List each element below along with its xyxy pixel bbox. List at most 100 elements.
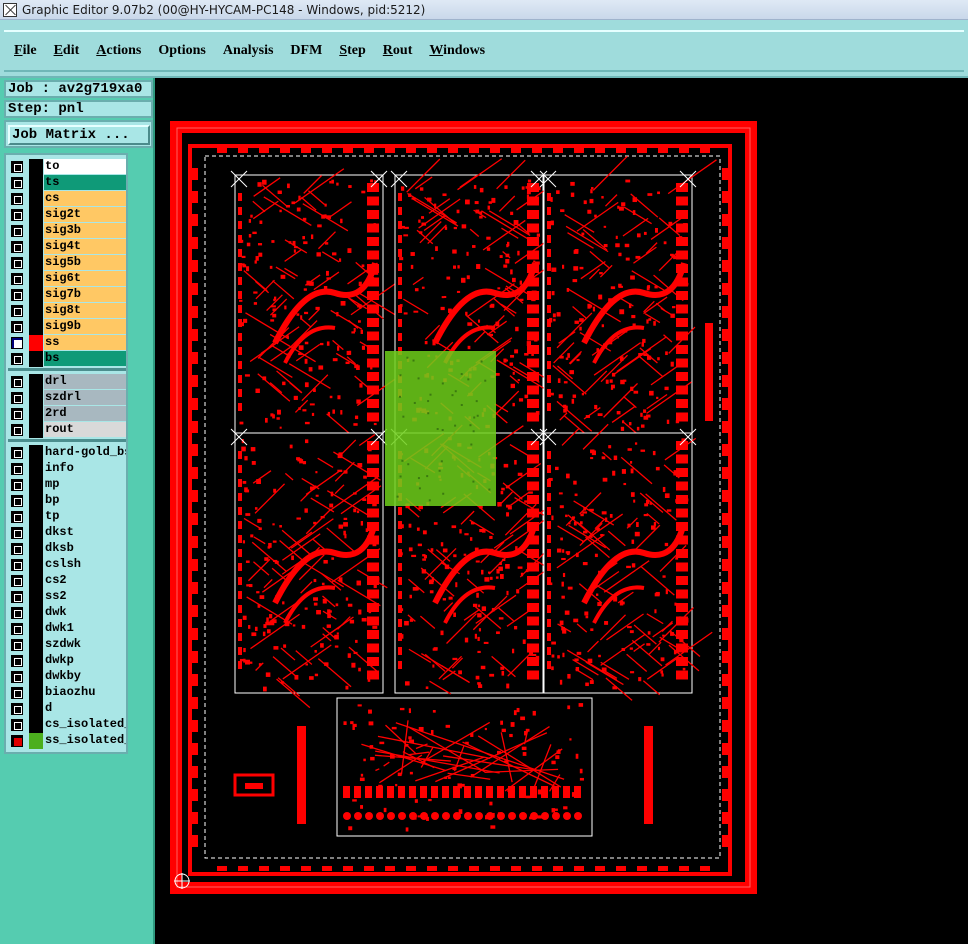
layer-row-dwk1[interactable]: dwk1: [8, 621, 126, 637]
layer-checkbox[interactable]: [11, 719, 23, 731]
layer-row-cslsh[interactable]: cslsh: [8, 557, 126, 573]
layer-checkbox[interactable]: [11, 463, 23, 475]
menu-windows[interactable]: Windows: [429, 43, 485, 59]
layer-row-sig3b[interactable]: sig3b: [8, 223, 126, 239]
layer-checkbox[interactable]: [11, 408, 23, 420]
layer-name[interactable]: sig9b: [44, 319, 126, 334]
layer-color-swatch[interactable]: [29, 319, 43, 335]
layer-color-swatch[interactable]: [29, 605, 43, 621]
layer-checkbox[interactable]: [11, 591, 23, 603]
layer-name[interactable]: bp: [44, 493, 126, 508]
layer-row-sig9b[interactable]: sig9b: [8, 319, 126, 335]
layer-row-szdrl[interactable]: szdrl: [8, 390, 126, 406]
layer-checkbox[interactable]: [11, 479, 23, 491]
layer-checkbox[interactable]: [11, 177, 23, 189]
layer-color-swatch[interactable]: [29, 255, 43, 271]
layer-row-info[interactable]: info: [8, 461, 126, 477]
layer-name[interactable]: info: [44, 461, 126, 476]
layer-row-dksb[interactable]: dksb: [8, 541, 126, 557]
layer-color-swatch[interactable]: [29, 374, 43, 390]
layer-row-rout[interactable]: rout: [8, 422, 126, 438]
layer-checkbox[interactable]: [11, 687, 23, 699]
layer-row-sig8t[interactable]: sig8t: [8, 303, 126, 319]
layer-name[interactable]: sig4t: [44, 239, 126, 254]
layer-row-dwk[interactable]: dwk: [8, 605, 126, 621]
layer-name[interactable]: ss2: [44, 589, 126, 604]
layer-name[interactable]: drl: [44, 374, 126, 389]
layer-color-swatch[interactable]: [29, 525, 43, 541]
layer-row-szdwk[interactable]: szdwk: [8, 637, 126, 653]
layer-color-swatch[interactable]: [29, 733, 43, 749]
layer-row-sig5b[interactable]: sig5b: [8, 255, 126, 271]
layer-row-bp[interactable]: bp: [8, 493, 126, 509]
layer-checkbox[interactable]: [11, 305, 23, 317]
layer-name[interactable]: hard-gold_bs: [44, 445, 126, 460]
layer-checkbox[interactable]: [11, 527, 23, 539]
layer-name[interactable]: dkst: [44, 525, 126, 540]
layer-color-swatch[interactable]: [29, 159, 43, 175]
menu-options[interactable]: Options: [158, 43, 205, 59]
layer-color-swatch[interactable]: [29, 207, 43, 223]
menu-edit[interactable]: Edit: [54, 43, 80, 59]
menu-rout[interactable]: Rout: [383, 43, 413, 59]
layer-checkbox[interactable]: [11, 289, 23, 301]
layer-checkbox[interactable]: [11, 273, 23, 285]
layer-row-sig7b[interactable]: sig7b: [8, 287, 126, 303]
layer-name[interactable]: cs: [44, 191, 126, 206]
layer-color-swatch[interactable]: [29, 477, 43, 493]
layer-color-swatch[interactable]: [29, 717, 43, 733]
layer-color-swatch[interactable]: [29, 509, 43, 525]
layer-name[interactable]: dwk1: [44, 621, 126, 636]
layer-name[interactable]: szdwk: [44, 637, 126, 652]
menu-dfm[interactable]: DFM: [290, 43, 322, 59]
layer-name[interactable]: ss: [44, 335, 126, 350]
layer-color-swatch[interactable]: [29, 573, 43, 589]
layer-checkbox[interactable]: [11, 703, 23, 715]
layer-checkbox[interactable]: [11, 447, 23, 459]
layer-checkbox[interactable]: [11, 392, 23, 404]
layer-color-swatch[interactable]: [29, 351, 43, 367]
layer-checkbox[interactable]: [11, 193, 23, 205]
layer-color-swatch[interactable]: [29, 701, 43, 717]
layer-color-swatch[interactable]: [29, 223, 43, 239]
layer-color-swatch[interactable]: [29, 303, 43, 319]
layer-checkbox[interactable]: [11, 735, 23, 747]
layer-row-ss_isolated_[interactable]: ss_isolated_: [8, 733, 126, 749]
layer-row-d[interactable]: d: [8, 701, 126, 717]
layer-name[interactable]: cslsh: [44, 557, 126, 572]
layer-color-swatch[interactable]: [29, 175, 43, 191]
layer-name[interactable]: biaozhu: [44, 685, 126, 700]
layer-checkbox[interactable]: [11, 353, 23, 365]
layer-checkbox[interactable]: [11, 607, 23, 619]
layer-color-swatch[interactable]: [29, 541, 43, 557]
layer-checkbox[interactable]: [11, 543, 23, 555]
layer-name[interactable]: ts: [44, 175, 126, 190]
layer-row-ts[interactable]: ts: [8, 175, 126, 191]
layer-checkbox[interactable]: [11, 511, 23, 523]
layer-row-2rd[interactable]: 2rd: [8, 406, 126, 422]
layer-checkbox[interactable]: [11, 575, 23, 587]
layer-checkbox[interactable]: [11, 559, 23, 571]
menu-analysis[interactable]: Analysis: [223, 43, 274, 59]
layer-name[interactable]: sig3b: [44, 223, 126, 238]
layer-name[interactable]: mp: [44, 477, 126, 492]
layer-name[interactable]: sig7b: [44, 287, 126, 302]
layer-checkbox[interactable]: [11, 241, 23, 253]
menu-file[interactable]: File: [14, 43, 37, 59]
layer-row-to[interactable]: to: [8, 159, 126, 175]
layer-name[interactable]: dwkby: [44, 669, 126, 684]
layer-name[interactable]: ss_isolated_: [44, 733, 126, 748]
layer-name[interactable]: 2rd: [44, 406, 126, 421]
job-matrix-button[interactable]: Job Matrix ...: [8, 125, 150, 145]
layer-checkbox[interactable]: [11, 225, 23, 237]
layer-checkbox[interactable]: [11, 623, 23, 635]
layer-color-swatch[interactable]: [29, 422, 43, 438]
layer-name[interactable]: sig8t: [44, 303, 126, 318]
layer-row-hard-gold_bs[interactable]: hard-gold_bs: [8, 445, 126, 461]
layer-name[interactable]: bs: [44, 351, 126, 366]
layer-name[interactable]: tp: [44, 509, 126, 524]
layer-color-swatch[interactable]: [29, 406, 43, 422]
layer-row-mp[interactable]: mp: [8, 477, 126, 493]
layer-checkbox[interactable]: [11, 376, 23, 388]
layer-checkbox[interactable]: [11, 321, 23, 333]
